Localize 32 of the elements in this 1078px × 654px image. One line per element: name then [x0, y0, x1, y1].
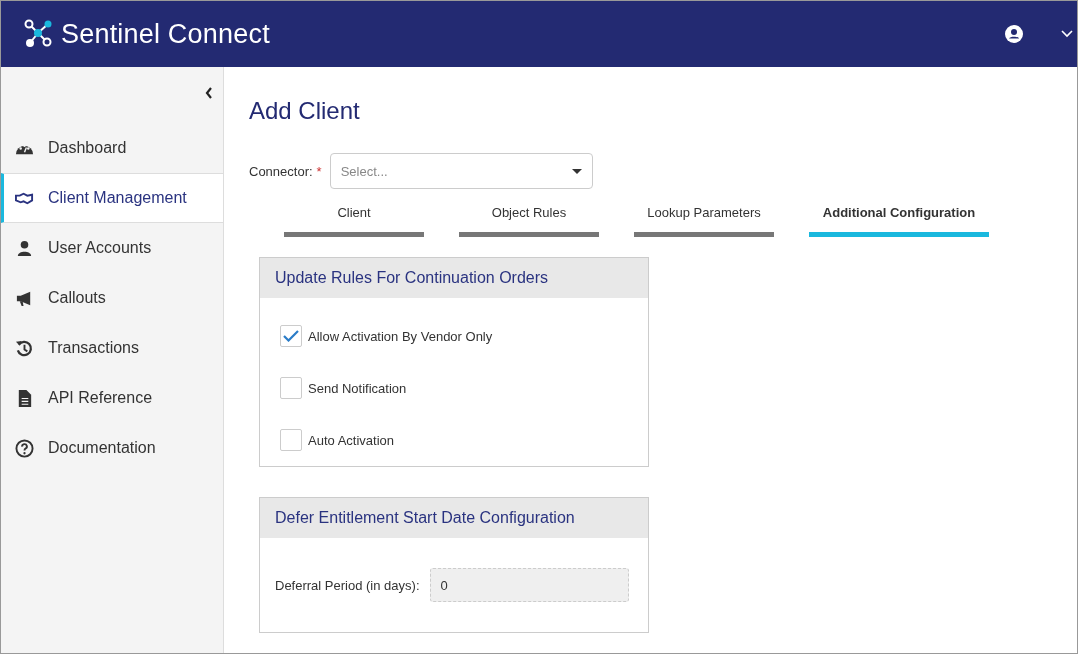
sidebar-item[interactable]: API Reference: [1, 373, 223, 423]
sidebar-item[interactable]: Transactions: [1, 323, 223, 373]
field-label: Deferral Period (in days):: [275, 577, 420, 593]
page-title: Add Client: [249, 97, 361, 125]
checkbox[interactable]: [280, 429, 302, 451]
sidebar-item[interactable]: Callouts: [1, 273, 223, 323]
user-icon: [15, 238, 34, 258]
required-mark: *: [316, 163, 322, 179]
panel-title: Defer Entitlement Start Date Configuration: [260, 498, 648, 538]
sidebar-item[interactable]: User Accounts: [1, 223, 223, 273]
connector-label: Connector: *: [249, 163, 322, 179]
tab[interactable]: Lookup Parameters: [634, 205, 774, 237]
chevron-left-icon[interactable]: [205, 87, 213, 99]
panel-title: Update Rules For Continuation Orders: [260, 258, 648, 298]
checkbox[interactable]: [280, 377, 302, 399]
caret-icon: [571, 168, 582, 174]
sidebar-item[interactable]: Client Management: [1, 173, 223, 223]
tab[interactable]: Object Rules: [459, 205, 599, 237]
brand-name: Sentinel Connect: [61, 18, 270, 50]
connector-dropdown[interactable]: Select...: [329, 153, 593, 189]
checkbox-label: Send Notification: [308, 380, 407, 396]
sidebar-item[interactable]: Documentation: [1, 423, 223, 473]
history-icon: [15, 338, 34, 358]
checkbox[interactable]: [280, 325, 302, 347]
tab[interactable]: Client: [284, 205, 424, 237]
chevron-down-icon[interactable]: [1061, 30, 1073, 38]
tab[interactable]: Additional Configuration: [809, 205, 989, 237]
user-icon[interactable]: [1005, 25, 1023, 43]
checkbox-label: Allow Activation By Vendor Only: [308, 328, 493, 344]
checkbox-label: Auto Activation: [308, 432, 394, 448]
sidebar-item[interactable]: Dashboard: [1, 123, 223, 173]
help-icon: [15, 438, 34, 458]
